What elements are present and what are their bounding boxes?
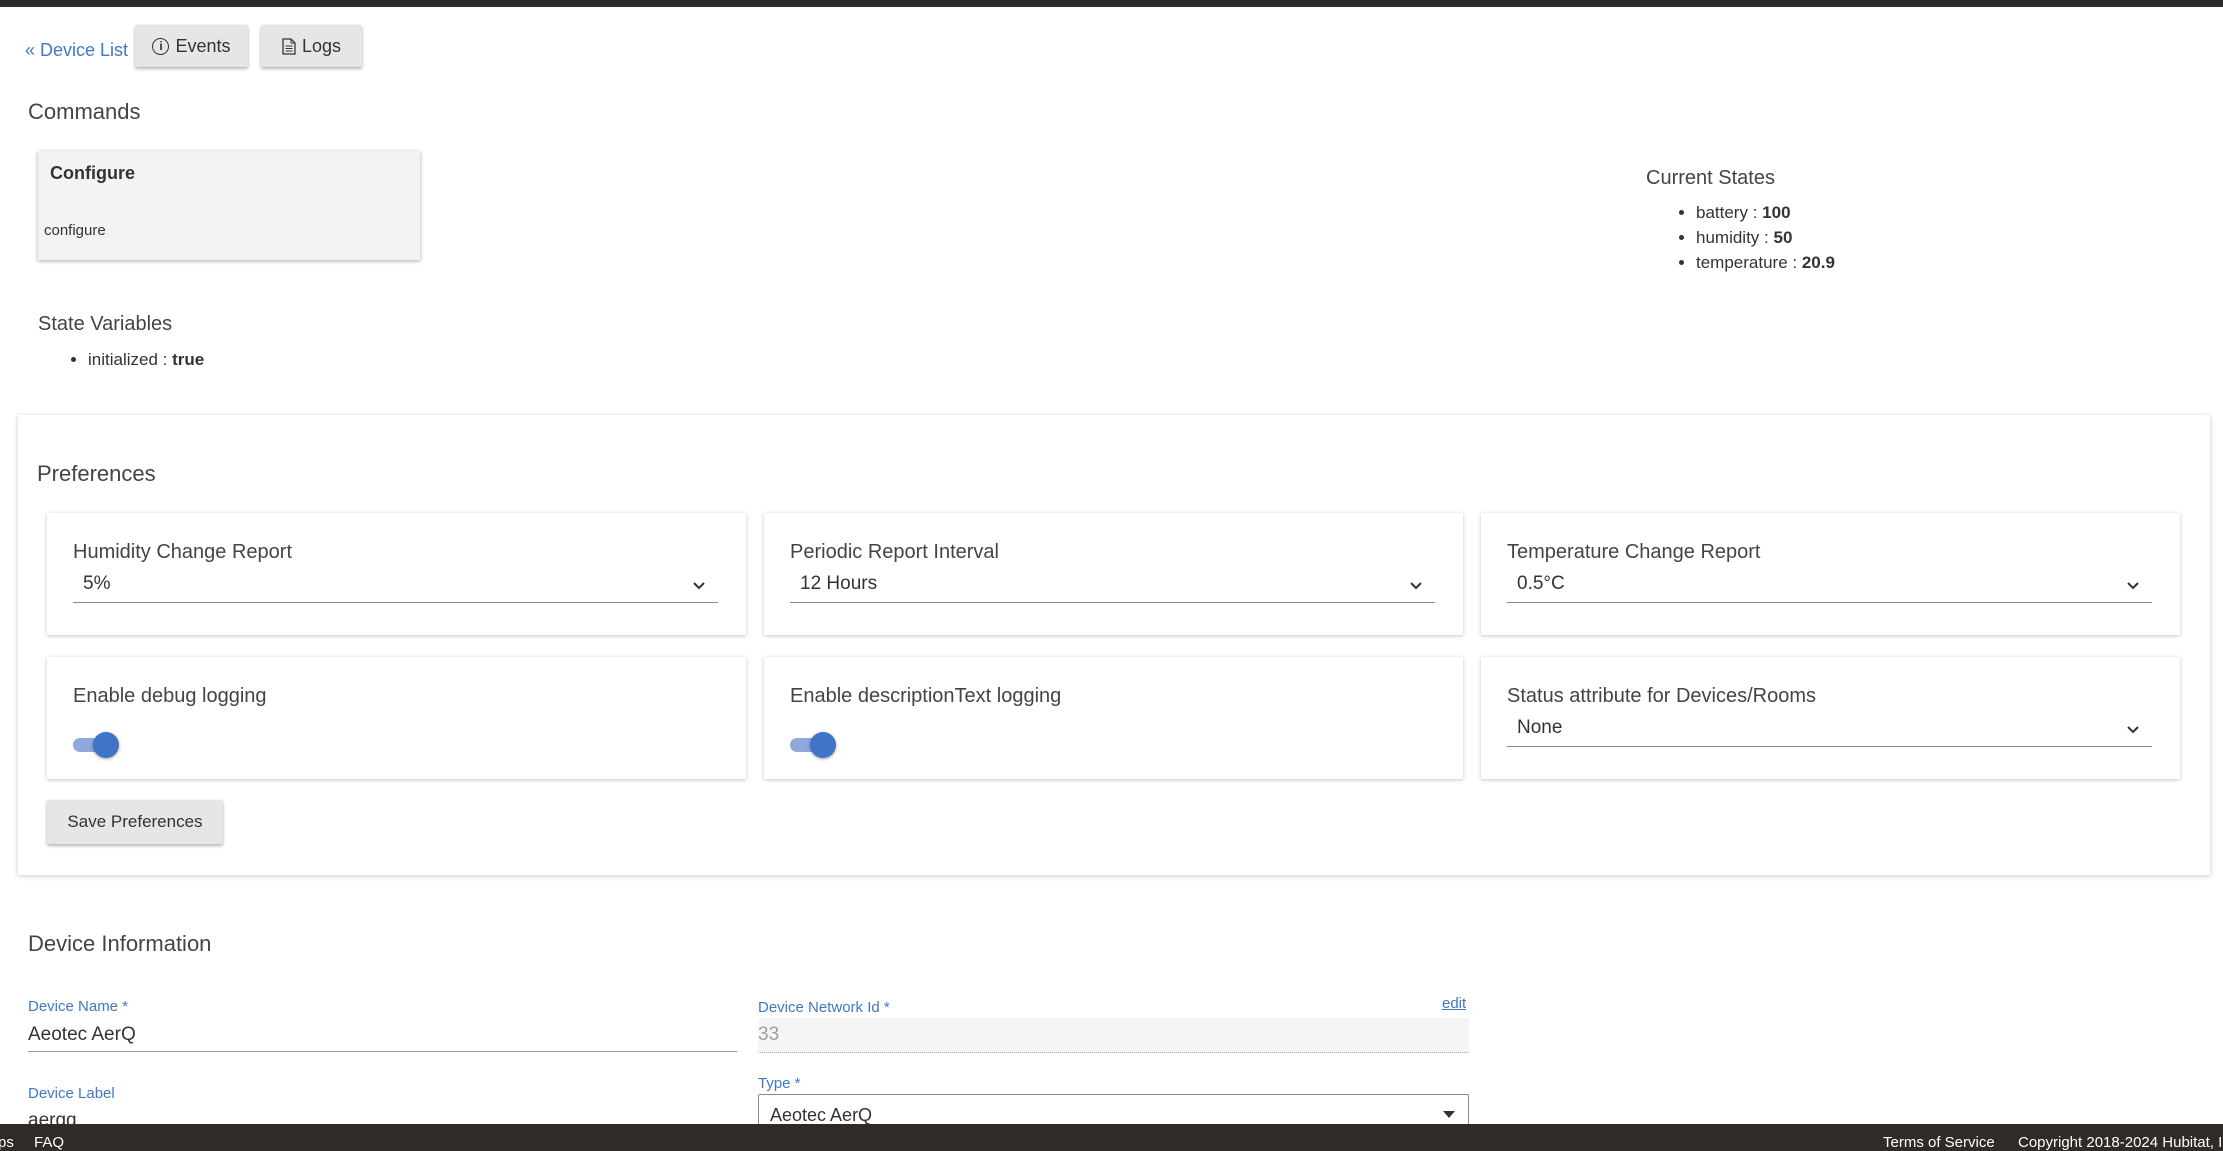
device-network-id-value: 33 [758,1024,780,1045]
chevron-down-icon [2127,726,2139,734]
debug-logging-card: Enable debug logging [47,657,746,779]
caret-down-icon [1443,1111,1455,1118]
events-button[interactable]: i Events [135,25,248,67]
chevron-down-icon [1410,582,1422,590]
footer-partial-link[interactable]: ps [0,1134,14,1151]
humidity-change-value: 5% [83,573,111,594]
type-select-value: Aeotec AerQ [770,1105,873,1125]
device-network-id-input: 33 [758,1018,1469,1053]
device-name-underline [28,1051,737,1052]
document-icon [282,37,296,55]
status-attribute-label: Status attribute for Devices/Rooms [1507,685,1817,707]
faq-link[interactable]: FAQ [34,1134,64,1151]
debug-logging-toggle[interactable] [73,732,119,758]
periodic-interval-select[interactable]: 12 Hours [790,570,1435,603]
device-list-link[interactable]: « Device List [25,40,128,61]
state-variable-initialized: initialized : true [88,347,204,372]
status-attribute-value: None [1517,717,1563,738]
device-network-id-label: Device Network Id * [758,999,890,1016]
save-preferences-button[interactable]: Save Preferences [47,800,223,844]
state-temperature: temperature : 20.9 [1696,250,1835,275]
toggle-knob [93,732,119,758]
periodic-interval-label: Periodic Report Interval [790,541,999,563]
state-variables-heading: State Variables [38,313,173,335]
top-bar [0,0,2223,7]
device-name-label: Device Name * [28,998,129,1015]
commands-heading: Commands [28,99,141,124]
humidity-change-card: Humidity Change Report 5% [47,513,746,635]
periodic-interval-card: Periodic Report Interval 12 Hours [764,513,1463,635]
chevron-down-icon [2127,582,2139,590]
configure-command-card[interactable]: Configure configure [38,151,420,260]
current-states-list: battery : 100 humidity : 50 temperature … [1646,200,1835,275]
description-logging-label: Enable descriptionText logging [790,685,1062,707]
humidity-change-label: Humidity Change Report [73,541,292,563]
device-information-heading: Device Information [28,931,212,956]
state-variables-list: initialized : true [38,347,204,372]
temperature-change-value: 0.5°C [1517,573,1565,594]
info-icon: i [152,37,170,55]
description-logging-toggle[interactable] [790,732,836,758]
preferences-panel: Preferences Humidity Change Report 5% Pe… [18,415,2210,875]
state-battery: battery : 100 [1696,200,1835,225]
status-attribute-select[interactable]: None [1507,714,2152,747]
temperature-change-card: Temperature Change Report 0.5°C [1481,513,2180,635]
footer-bar: ps FAQ Terms of Service Copyright 2018-2… [0,1124,2223,1151]
toggle-knob [810,732,836,758]
copyright-text: Copyright 2018-2024 Hubitat, I [2018,1134,2223,1151]
periodic-interval-value: 12 Hours [800,573,878,594]
temperature-change-label: Temperature Change Report [1507,541,1761,563]
logs-button[interactable]: Logs [261,25,362,67]
temperature-change-select[interactable]: 0.5°C [1507,570,2152,603]
state-humidity: humidity : 50 [1696,225,1835,250]
events-button-label: Events [175,35,231,56]
type-label: Type * [758,1075,801,1092]
command-name: configure [44,222,106,239]
description-logging-card: Enable descriptionText logging [764,657,1463,779]
preferences-heading: Preferences [37,461,156,486]
terms-of-service-link[interactable]: Terms of Service [1883,1134,1995,1151]
chevron-down-icon [693,582,705,590]
device-name-input[interactable]: Aeotec AerQ [28,1024,136,1046]
status-attribute-card: Status attribute for Devices/Rooms None [1481,657,2180,779]
command-title: Configure [50,163,135,183]
debug-logging-label: Enable debug logging [73,685,267,707]
device-label-label: Device Label [28,1085,115,1102]
current-states-heading: Current States [1646,167,1775,189]
logs-button-label: Logs [301,35,342,56]
humidity-change-select[interactable]: 5% [73,570,718,603]
edit-network-id-link[interactable]: edit [1442,995,1466,1012]
